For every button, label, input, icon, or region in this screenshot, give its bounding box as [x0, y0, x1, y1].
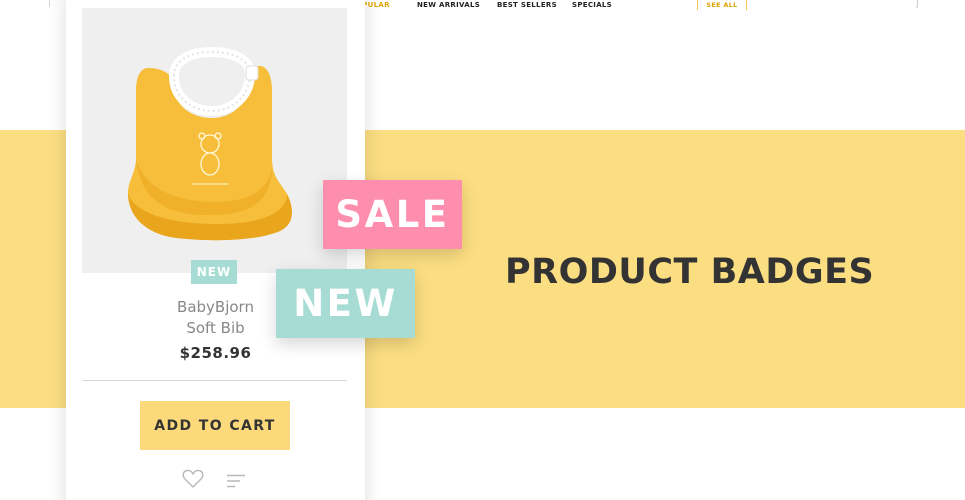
nav-link-new-arrivals[interactable]: NEW ARRIVALS [417, 1, 480, 9]
new-badge: NEW [276, 269, 415, 338]
nav-link-best-sellers[interactable]: BEST SELLERS [497, 1, 557, 9]
card-divider [82, 380, 347, 381]
product-price: $258.96 [179, 344, 252, 362]
yellow-bib-image [128, 46, 292, 241]
nav-link-specials[interactable]: SPECIALS [572, 1, 612, 9]
heart-icon[interactable] [182, 469, 204, 489]
nav-edge-right [916, 0, 918, 8]
see-all-link[interactable]: SEE ALL [697, 0, 747, 10]
product-card[interactable]: NEW BabyBjorn Soft Bib $258.96 ADD TO CA… [66, 0, 365, 500]
banner-title: PRODUCT BADGES [505, 252, 875, 292]
product-image[interactable] [82, 8, 347, 273]
sale-badge: SALE [323, 180, 462, 249]
compare-icon[interactable] [226, 473, 246, 488]
nav-edge-left [49, 0, 50, 7]
product-new-badge: NEW [191, 260, 237, 284]
add-to-cart-button[interactable]: ADD TO CART [140, 401, 290, 450]
